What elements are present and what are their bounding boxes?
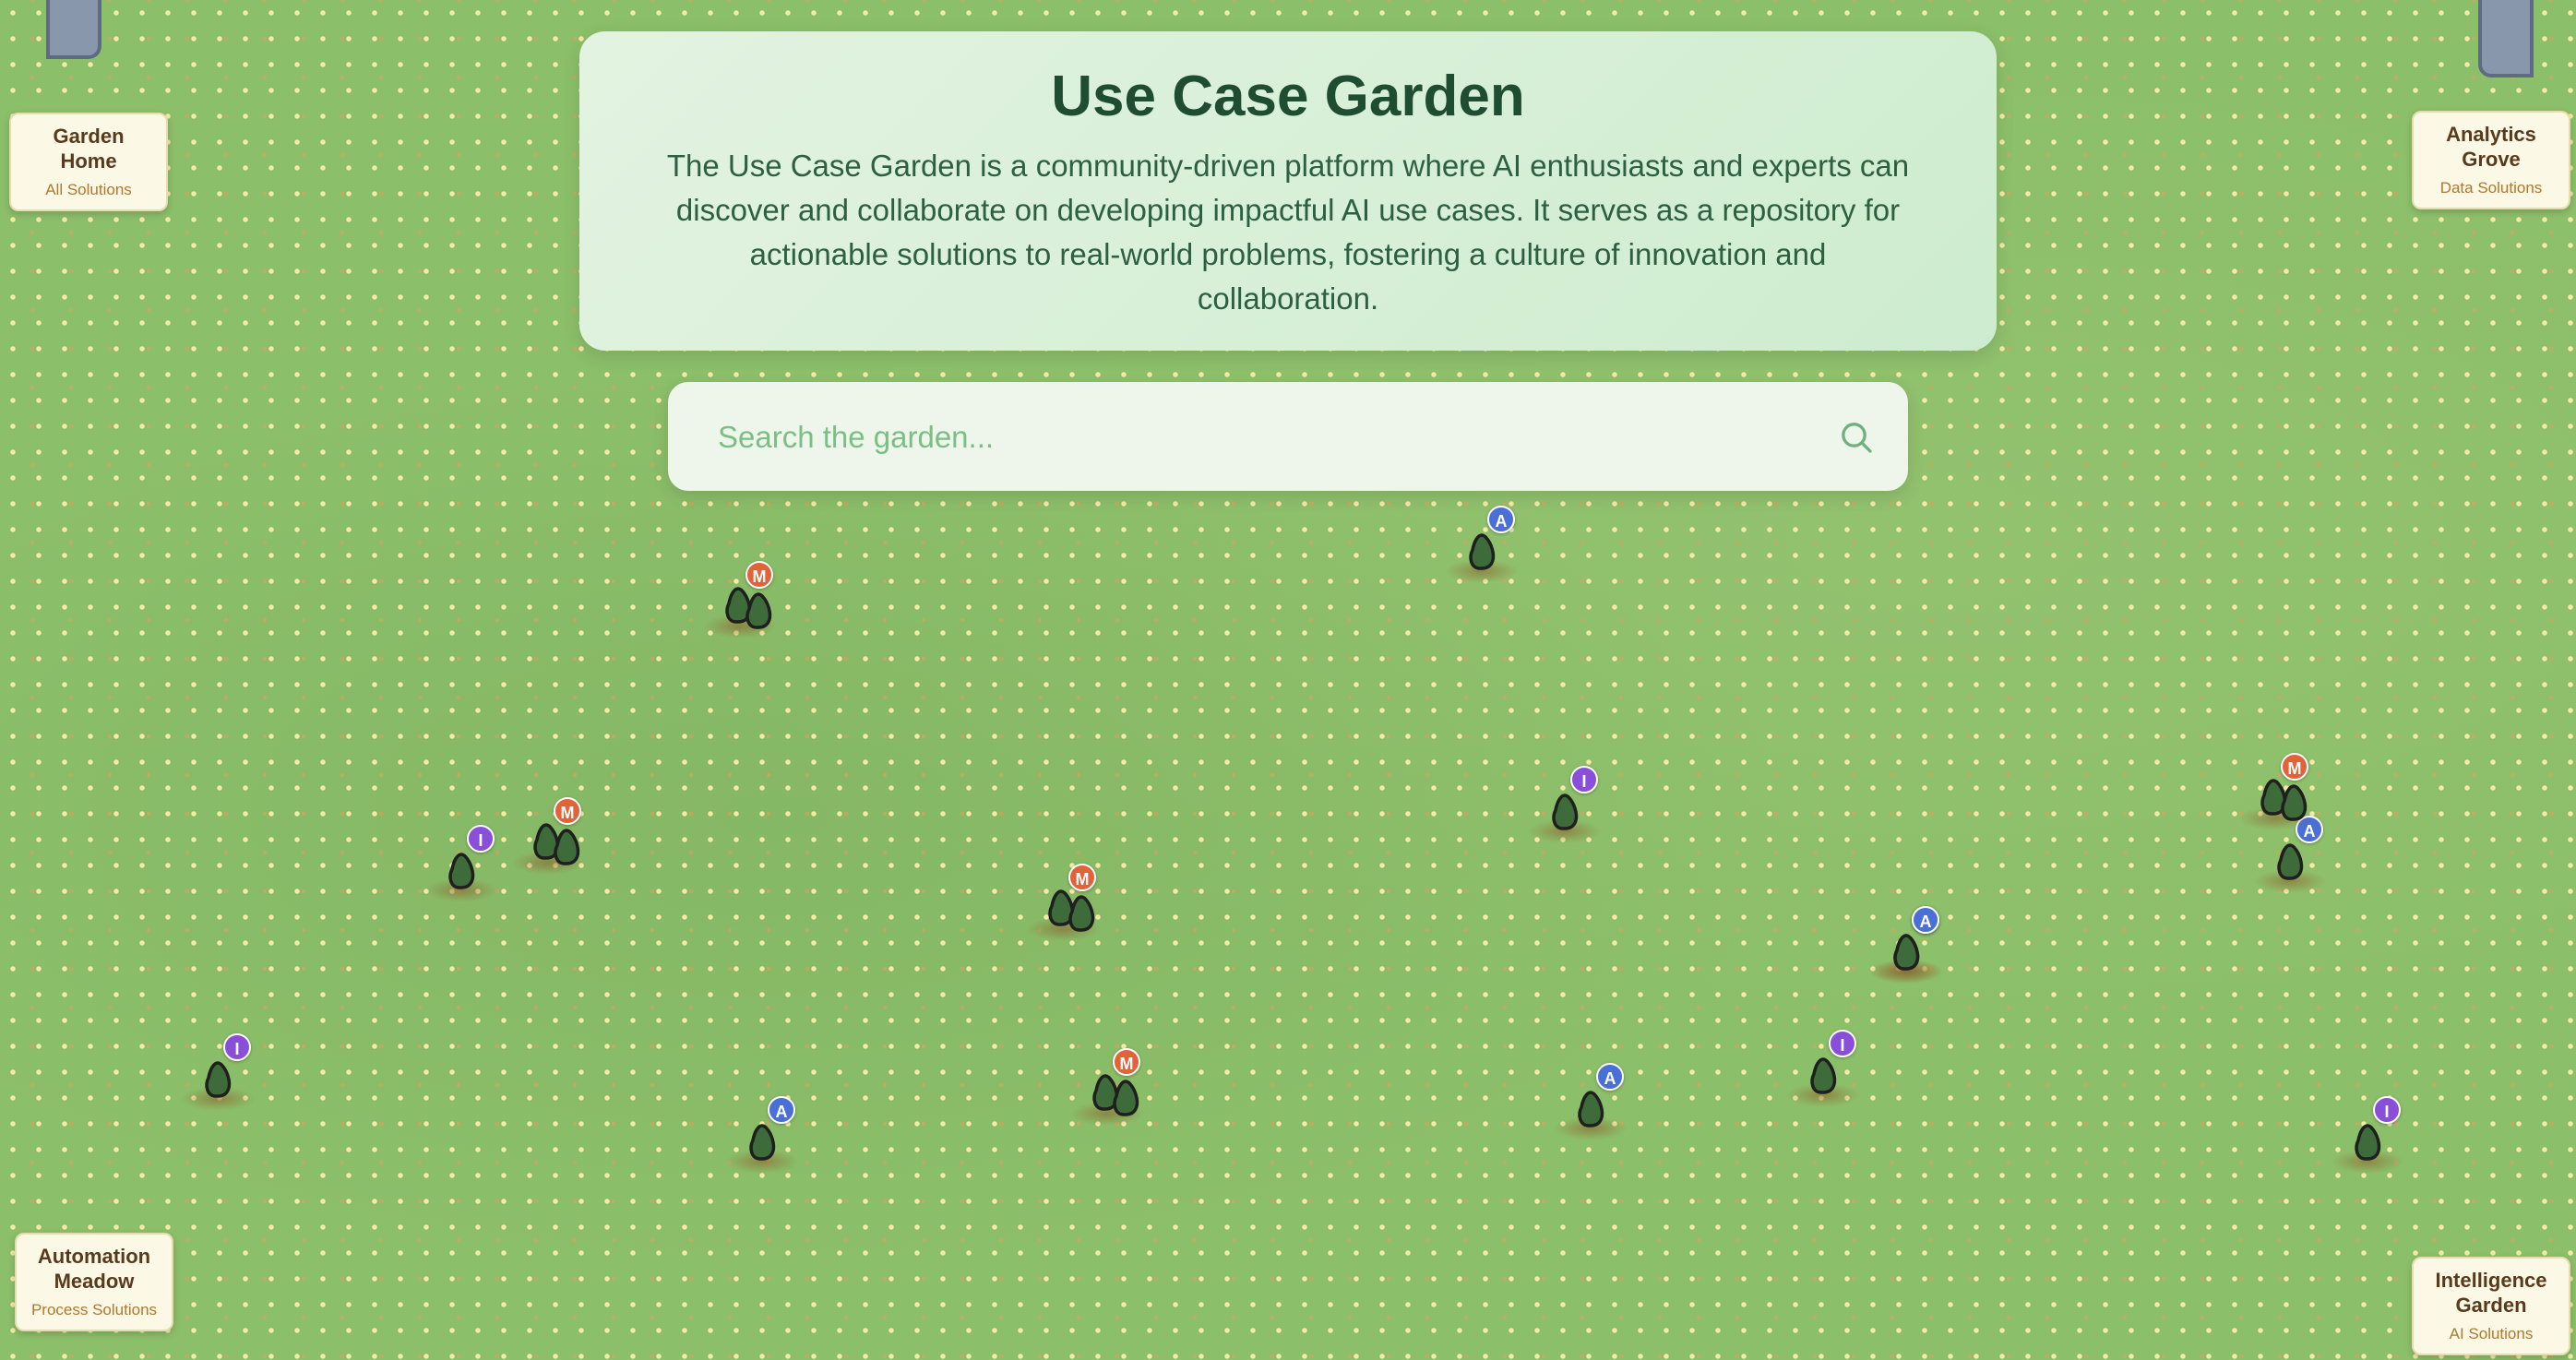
- tree-icon: [1092, 1074, 1139, 1116]
- category-badge: I: [2373, 1096, 2401, 1124]
- zone-intelligence-garden[interactable]: Intelligence Garden AI Solutions: [2412, 1257, 2570, 1355]
- use-case-marker[interactable]: A: [1544, 1052, 1637, 1153]
- zone-title: Garden Home: [53, 125, 125, 173]
- tree-icon: [2277, 843, 2304, 880]
- zone-garden-home[interactable]: Garden Home All Solutions: [9, 113, 168, 211]
- page-title: Use Case Garden: [1051, 65, 1525, 128]
- use-case-marker[interactable]: M: [694, 550, 786, 651]
- tree-icon: [1578, 1091, 1604, 1127]
- use-case-marker[interactable]: I: [1777, 1019, 1869, 1120]
- category-badge: A: [1487, 506, 1515, 533]
- use-case-marker[interactable]: M: [2229, 742, 2321, 843]
- tree-icon: [1469, 533, 1496, 570]
- tree-icon: [1893, 934, 1920, 971]
- tree-icon: [448, 853, 475, 889]
- category-badge: M: [1113, 1048, 1140, 1076]
- use-case-marker[interactable]: I: [1519, 755, 1611, 856]
- use-case-marker[interactable]: I: [415, 814, 507, 915]
- category-badge: I: [1570, 766, 1598, 793]
- category-badge: M: [1068, 864, 1096, 891]
- road-segment: [46, 0, 101, 59]
- tree-icon: [205, 1061, 232, 1098]
- tree-icon: [1810, 1057, 1837, 1094]
- zone-subtitle: AI Solutions: [2449, 1325, 2534, 1342]
- use-case-marker[interactable]: M: [1061, 1037, 1153, 1139]
- zone-subtitle: Process Solutions: [30, 1301, 158, 1318]
- use-case-marker[interactable]: M: [502, 786, 594, 888]
- tree-icon: [2355, 1124, 2381, 1161]
- category-badge: M: [2281, 753, 2308, 781]
- category-badge: A: [768, 1096, 795, 1124]
- zone-subtitle: All Solutions: [45, 181, 132, 198]
- zone-title: Automation Meadow: [37, 1245, 151, 1293]
- category-badge: M: [554, 797, 581, 825]
- tree-icon: [725, 587, 772, 629]
- category-badge: I: [1829, 1030, 1856, 1057]
- use-case-marker[interactable]: I: [2321, 1085, 2414, 1187]
- category-badge: I: [223, 1033, 251, 1061]
- zone-title: Analytics Grove: [2446, 123, 2536, 171]
- road-segment: [2478, 0, 2534, 78]
- intro-card: Use Case Garden The Use Case Garden is a…: [579, 31, 1997, 351]
- search-input[interactable]: [716, 410, 1735, 465]
- category-badge: A: [1596, 1063, 1624, 1091]
- search-bar: [668, 382, 1908, 491]
- zone-title: Intelligence Garden: [2435, 1269, 2547, 1317]
- use-case-marker[interactable]: A: [716, 1085, 808, 1187]
- zone-analytics-grove[interactable]: Analytics Grove Data Solutions: [2412, 111, 2570, 209]
- tree-icon: [1552, 793, 1579, 830]
- tree-icon: [533, 823, 580, 865]
- page-description: The Use Case Garden is a community-drive…: [666, 149, 1910, 316]
- tree-icon: [749, 1124, 776, 1161]
- category-badge: A: [1912, 906, 1939, 934]
- search-icon[interactable]: [1838, 419, 1875, 456]
- use-case-marker[interactable]: I: [172, 1022, 264, 1124]
- use-case-marker[interactable]: A: [1436, 495, 1528, 596]
- use-case-marker[interactable]: M: [1017, 853, 1109, 954]
- category-badge: M: [745, 561, 773, 589]
- zone-automation-meadow[interactable]: Automation Meadow Process Solutions: [15, 1233, 173, 1331]
- tree-icon: [1048, 889, 1095, 932]
- zone-subtitle: Data Solutions: [2439, 179, 2543, 197]
- tree-icon: [2260, 779, 2308, 821]
- use-case-marker[interactable]: A: [1860, 895, 1952, 996]
- category-badge: I: [467, 825, 495, 853]
